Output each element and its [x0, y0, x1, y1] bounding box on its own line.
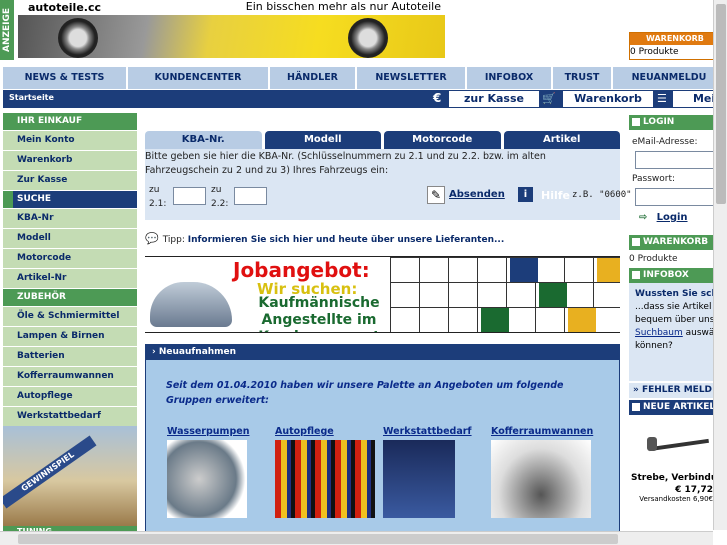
suchbaum-link[interactable]: Suchbaum: [635, 328, 683, 338]
login-arrow-icon: ⇨: [639, 212, 648, 223]
tab-artikel[interactable]: Artikel: [503, 131, 620, 149]
sidebar-item-lampen[interactable]: Lampen & Birnen: [3, 327, 137, 346]
kba-search-panel: Bitte geben sie hier die KBA-Nr. (Schlüs…: [145, 149, 686, 220]
nav-news-tests[interactable]: NEWS & TESTS: [3, 67, 128, 89]
label-21: 2.1:: [149, 199, 167, 209]
sidebar-item-zur-kasse[interactable]: Zur Kasse: [3, 171, 137, 190]
horizontal-scrollbar[interactable]: [0, 531, 713, 545]
euro-icon: €: [433, 91, 442, 105]
site-slogan: Ein bisschen mehr als nur Autoteile: [245, 0, 441, 13]
section-zubehoer: ZUBEHÖR: [3, 289, 137, 306]
sidebar-item-autopflege[interactable]: Autopflege: [3, 387, 137, 406]
nav-kundencenter[interactable]: KUNDENCENTER: [128, 67, 270, 89]
tip-prefix: Tipp:: [162, 235, 185, 245]
sidebar-item-werkstattbedarf[interactable]: Werkstattbedarf: [3, 407, 137, 426]
infobox-line: auswä: [682, 328, 715, 338]
kba-intro: Bitte geben sie hier die KBA-Nr. (Schlüs…: [145, 151, 546, 176]
banner-square: [568, 308, 596, 332]
product-kofferraumwannen[interactable]: Kofferraumwannen: [491, 426, 593, 518]
header-cart-count: 0 Produkte: [630, 47, 679, 57]
product-link[interactable]: Autopflege: [275, 426, 375, 437]
cart-icon: 🛒: [542, 92, 556, 105]
vertical-scrollbar[interactable]: [713, 0, 727, 530]
supplier-link[interactable]: Informieren Sie sich hier und heute über…: [188, 235, 505, 245]
sidebar-item-kba-nr[interactable]: KBA-Nr: [3, 209, 137, 228]
wheel-image: [348, 18, 388, 58]
tab-kba-nr[interactable]: KBA-Nr.: [145, 131, 262, 149]
banner-square: [481, 308, 509, 332]
banner-car-image: [150, 282, 232, 327]
gewinnspiel-ribbon: GEWINNSPIEL: [3, 435, 97, 509]
label-zu: zu: [149, 185, 160, 195]
section-suche: SUCHE: [3, 191, 137, 208]
sidebar-item-mein-konto[interactable]: Mein Konto: [3, 131, 137, 150]
sidebar-item-warenkorb[interactable]: Warenkorb: [3, 151, 137, 170]
kba-input-22[interactable]: [234, 187, 267, 205]
label-zu: zu: [211, 185, 222, 195]
site-name: autoteile.cc: [28, 1, 102, 14]
product-werkstattbedarf[interactable]: Werkstattbedarf: [383, 426, 483, 518]
sidebar-item-kofferraumwannen[interactable]: Kofferraumwannen: [3, 367, 137, 386]
banner-square: [597, 258, 620, 282]
product-image[interactable]: [167, 440, 247, 518]
sidebar-item-artikel-nr[interactable]: Artikel-Nr: [3, 269, 137, 288]
tab-modell[interactable]: Modell: [264, 131, 381, 149]
breadcrumb[interactable]: Startseite: [9, 93, 54, 102]
nav-neuanmeldung[interactable]: NEUANMELDU: [613, 67, 727, 89]
product-image[interactable]: [275, 440, 375, 518]
info-icon[interactable]: i: [518, 187, 533, 202]
product-link[interactable]: Werkstattbedarf: [383, 426, 483, 437]
product-autopflege[interactable]: Autopflege: [275, 426, 375, 518]
list-icon: ☰: [657, 92, 667, 105]
gewinnspiel-banner[interactable]: GEWINNSPIEL: [3, 426, 137, 526]
product-link[interactable]: Kofferraumwannen: [491, 426, 593, 437]
new-products-title: › Neuaufnahmen: [146, 345, 619, 360]
banner-square: [539, 283, 567, 307]
new-products-text: Seit dem 01.04.2010 haben wir unsere Pal…: [166, 380, 564, 406]
help-link[interactable]: Hilfe: [541, 189, 570, 202]
product-image[interactable]: [383, 440, 455, 518]
main-nav: NEWS & TESTS KUNDENCENTER HÄNDLER NEWSLE…: [3, 67, 727, 89]
job-banner[interactable]: Jobangebot: Wir suchen: Kaufmännische An…: [145, 256, 620, 333]
ad-label: ANZEIGE: [0, 0, 14, 60]
nav-haendler[interactable]: HÄNDLER: [270, 67, 357, 89]
sidebar-item-batterien[interactable]: Batterien: [3, 347, 137, 366]
sidebar-item-modell[interactable]: Modell: [3, 229, 137, 248]
job-text: Kaufmännische Angestellte im Kundensuppo…: [258, 295, 380, 332]
checkout-button[interactable]: zur Kasse: [449, 91, 539, 107]
new-products-panel: › Neuaufnahmen Seit dem 01.04.2010 haben…: [145, 344, 620, 545]
section-einkauf: IHR EINKAUF: [3, 113, 137, 130]
speech-bubble-icon: 💬: [145, 232, 159, 245]
product-wasserpumpen[interactable]: Wasserpumpen: [167, 426, 267, 518]
tab-motorcode[interactable]: Motorcode: [384, 131, 501, 149]
banner-square: [510, 258, 538, 282]
sub-nav: Startseite € zur Kasse 🛒 Warenkorb ☰ Mei…: [3, 90, 727, 108]
supplier-tip: 💬 Tipp: Informieren Sie sich hier und heu…: [145, 232, 504, 245]
product-image[interactable]: [491, 440, 591, 518]
sidebar-item-motorcode[interactable]: Motorcode: [3, 249, 137, 268]
search-tabs: KBA-Nr. Modell Motorcode Artikel: [145, 131, 620, 149]
sidebar-item-oele[interactable]: Öle & Schmiermittel: [3, 307, 137, 326]
header-banner[interactable]: autoteile.cc Ein bisschen mehr als nur A…: [18, 0, 445, 58]
wheel-image: [58, 18, 98, 58]
nav-newsletter[interactable]: NEWSLETTER: [357, 67, 467, 89]
product-link[interactable]: Wasserpumpen: [167, 426, 267, 437]
submit-button[interactable]: Absenden: [449, 189, 505, 200]
label-22: 2.2:: [211, 199, 229, 209]
edit-icon[interactable]: ✎: [427, 186, 445, 204]
job-title: Jobangebot:: [233, 258, 370, 282]
nav-trust[interactable]: TRUST: [553, 67, 613, 89]
kba-input-21[interactable]: [173, 187, 206, 205]
login-button[interactable]: Login: [657, 212, 688, 223]
header-cart-title: WARENKORB: [630, 33, 726, 45]
left-sidebar: IHR EINKAUF Mein Konto Warenkorb Zur Kas…: [3, 113, 137, 427]
cart-button[interactable]: Warenkorb: [563, 91, 653, 107]
nav-infobox[interactable]: INFOBOX: [467, 67, 553, 89]
